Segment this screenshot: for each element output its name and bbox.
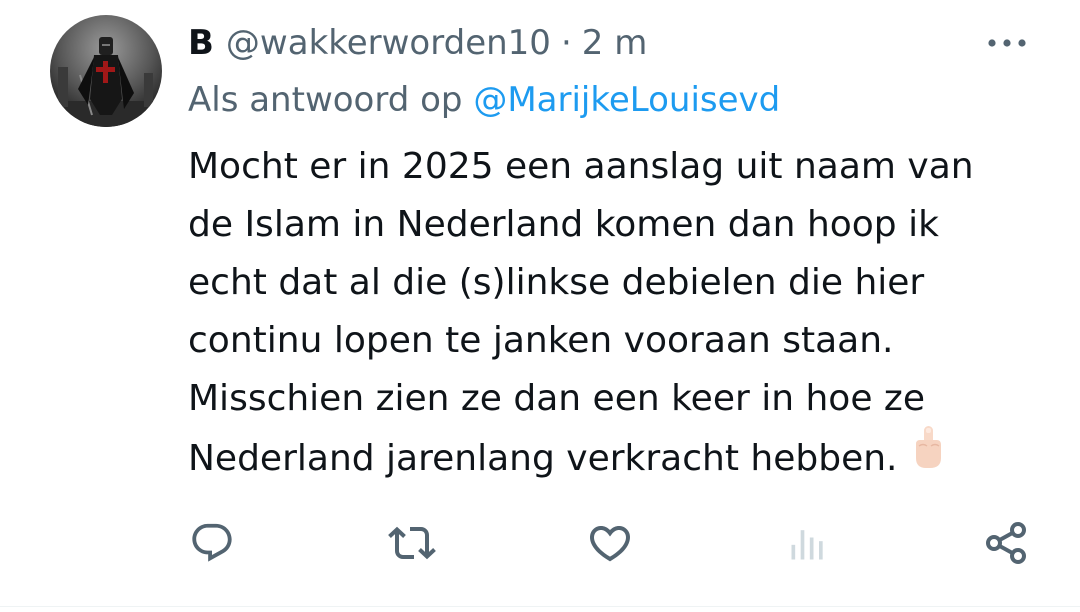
views-button[interactable] <box>780 515 836 571</box>
tweet-header: B @wakkerworden10 · 2 m <box>188 18 647 68</box>
tweet-text: Mocht er in 2025 een aanslag uit naam va… <box>188 138 1048 492</box>
reply-button[interactable] <box>184 515 240 571</box>
middle-finger-emoji-icon <box>911 424 945 488</box>
more-horizontal-icon <box>988 39 1026 47</box>
like-button[interactable] <box>582 515 638 571</box>
display-name[interactable]: B <box>188 23 214 63</box>
tweet-card[interactable]: B @wakkerworden10 · 2 m Als antwoord op … <box>0 0 1080 607</box>
tweet-text-line: Mocht er in 2025 een aanslag uit naam va… <box>188 146 974 187</box>
tweet-text-line: continu lopen te janken vooraan staan. <box>188 320 894 361</box>
avatar-knight-image <box>50 15 162 127</box>
more-options-button[interactable] <box>982 28 1032 58</box>
divider <box>0 606 1080 607</box>
share-icon <box>986 522 1026 564</box>
tweet-text-line: Misschien zien ze dan een keer in hoe ze <box>188 378 925 419</box>
tweet-action-bar <box>0 515 1080 571</box>
like-heart-icon <box>589 526 631 562</box>
retweet-icon <box>388 526 436 560</box>
user-handle[interactable]: @wakkerworden10 <box>226 23 551 63</box>
views-chart-icon <box>791 530 823 560</box>
reply-context: Als antwoord op @MarijkeLouisevd <box>188 80 780 120</box>
tweet-text-line: Nederland jarenlang verkracht hebben. <box>188 438 898 479</box>
reply-prefix: Als antwoord op <box>188 80 463 120</box>
retweet-button[interactable] <box>384 515 440 571</box>
tweet-text-line: echt dat al die (s)linkse debielen die h… <box>188 262 925 303</box>
reply-icon <box>192 523 232 562</box>
share-button[interactable] <box>978 515 1034 571</box>
reply-mention-link[interactable]: @MarijkeLouisevd <box>473 80 780 120</box>
header-separator: · <box>560 23 572 63</box>
tweet-text-line-last: Nederland jarenlang verkracht hebben. <box>188 426 1048 492</box>
tweet-timestamp[interactable]: 2 m <box>582 23 648 63</box>
tweet-text-line: de Islam in Nederland komen dan hoop ik <box>188 204 939 245</box>
avatar[interactable] <box>50 15 162 127</box>
